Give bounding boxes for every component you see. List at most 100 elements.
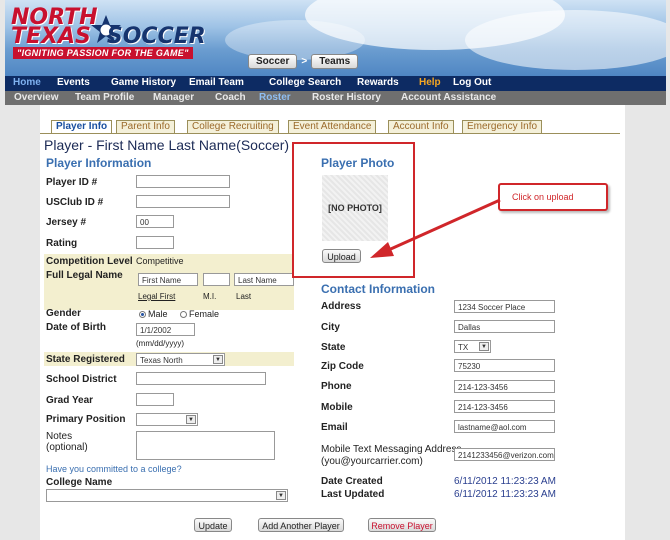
mi-caption: M.I. [203,292,217,301]
update-button[interactable]: Update [194,518,232,532]
nav-events[interactable]: Events [57,77,90,88]
nav-roster[interactable]: Roster [259,92,291,103]
grad-year-label: Grad Year [46,395,94,406]
last-caption: Last [236,292,252,301]
tab-player-info[interactable]: Player Info [51,120,113,134]
gender-male-option[interactable]: Male [139,309,168,319]
phone-label: Phone [321,381,352,392]
nav-manager[interactable]: Manager [153,92,194,103]
player-info-heading: Player Information [46,156,152,170]
zip-input[interactable]: 75230 [454,359,555,372]
logo-texas: TEXAS [11,24,91,49]
date-created-label: Date Created [321,476,383,487]
page: NORTH TEXAS SOCCER "IGNITING PASSION FOR … [0,0,670,540]
legal-first-input[interactable]: First Name [138,273,198,286]
logo-texas-soccer: TEXAS SOCCER [11,24,206,49]
sms-hint: (you@yourcarrier.com) [321,456,423,467]
state-select[interactable]: TX ▼ [454,340,491,353]
nav-team-profile[interactable]: Team Profile [75,92,134,103]
city-label: City [321,322,340,333]
tab-account-info[interactable]: Account Info [388,120,454,133]
address-label: Address [321,301,362,312]
nav-account-assistance[interactable]: Account Assistance [401,92,496,103]
gender-male-label: Male [148,309,168,319]
city-input[interactable]: Dallas [454,320,555,333]
rating-label: Rating [46,238,78,249]
dob-format-hint: (mm/dd/yyyy) [136,339,184,348]
cloud-decoration [465,10,666,70]
dob-input[interactable]: 1/1/2002 [136,323,195,336]
notes-textarea[interactable] [136,431,275,460]
competition-level-value: Competitive [136,256,184,266]
chevron-down-icon: ▼ [276,491,286,500]
dob-label: Date of Birth [46,322,106,333]
slogan: "IGNITING PASSION FOR THE GAME" [13,47,193,59]
tab-event-attendance[interactable]: Event Attendance [288,120,377,133]
player-id-label: Player ID # [46,177,98,188]
chevron-down-icon: ▼ [213,355,223,364]
nav-game-history[interactable]: Game History [111,77,176,88]
nav-rewards[interactable]: Rewards [357,77,399,88]
add-another-player-button[interactable]: Add Another Player [258,518,344,532]
school-district-input[interactable] [136,372,266,385]
address-input[interactable]: 1234 Soccer Place [454,300,555,313]
phone-input[interactable]: 214-123-3456 [454,380,555,393]
notes-optional-hint: (optional) [46,442,88,453]
radio-icon[interactable] [139,311,146,319]
sms-label: Mobile Text Messaging Address [321,444,462,455]
nav-email-team[interactable]: Email Team [189,77,244,88]
nav-help[interactable]: Help [419,77,441,88]
state-registered-select[interactable]: Texas North ▼ [136,353,225,366]
player-id-input[interactable] [136,175,230,188]
chevron-down-icon: ▼ [479,342,489,351]
competition-level-label: Competition Level [46,256,133,267]
upload-callout: Click on upload [498,183,608,211]
nav-roster-history[interactable]: Roster History [312,92,381,103]
chevron-down-icon: ▼ [186,415,196,424]
primary-position-label: Primary Position [46,414,126,425]
state-registered-value: Texas North [140,356,183,365]
rating-input[interactable] [136,236,174,249]
radio-icon[interactable] [180,311,187,319]
primary-nav: Home Events Game History Email Team Coll… [5,76,666,91]
nav-coach[interactable]: Coach [215,92,246,103]
sms-input[interactable]: 2141233456@verizon.com [454,448,555,461]
legal-last-input[interactable]: Last Name [234,273,294,286]
crumb-teams[interactable]: Teams [311,54,359,69]
nav-log-out[interactable]: Log Out [453,77,491,88]
last-updated-value: 6/11/2012 11:23:23 AM [454,489,556,500]
middle-initial-input[interactable] [203,273,230,286]
gender-female-label: Female [189,309,220,319]
tab-college-recruiting[interactable]: College Recruiting [187,120,279,133]
email-input[interactable]: lastname@aol.com [454,420,555,433]
arrow-icon [370,198,501,258]
secondary-nav: Overview Team Profile Manager Coach Rost… [5,91,666,105]
nav-overview[interactable]: Overview [14,92,58,103]
tab-emergency-info[interactable]: Emergency Info [462,120,543,133]
date-created-value: 6/11/2012 11:23:23 AM [454,476,556,487]
usclub-id-input[interactable] [136,195,230,208]
jersey-label: Jersey # [46,217,87,228]
college-name-select[interactable]: ▼ [46,489,288,502]
crumb-soccer[interactable]: Soccer [248,54,298,69]
full-legal-name-label: Full Legal Name [46,270,123,281]
legal-first-caption: Legal First [138,292,176,301]
committed-question: Have you committed to a college? [46,464,182,474]
primary-position-select[interactable]: ▼ [136,413,198,426]
nav-college-search[interactable]: College Search [269,77,341,88]
tab-parent-info[interactable]: Parent Info [116,120,175,133]
email-label: Email [321,422,348,433]
school-district-label: School District [46,374,117,385]
logo-soccer: SOCCER [106,24,206,49]
grad-year-input[interactable] [136,393,174,406]
remove-player-button[interactable]: Remove Player [368,518,436,532]
mobile-input[interactable]: 214-123-3456 [454,400,555,413]
college-name-label: College Name [46,477,113,488]
gender-label: Gender [46,308,82,319]
last-updated-label: Last Updated [321,489,385,500]
jersey-input[interactable]: 00 [136,215,174,228]
gender-female-option[interactable]: Female [180,309,219,319]
notes-label: Notes [46,431,73,442]
site-header: NORTH TEXAS SOCCER "IGNITING PASSION FOR … [5,0,666,76]
nav-home[interactable]: Home [13,77,41,88]
